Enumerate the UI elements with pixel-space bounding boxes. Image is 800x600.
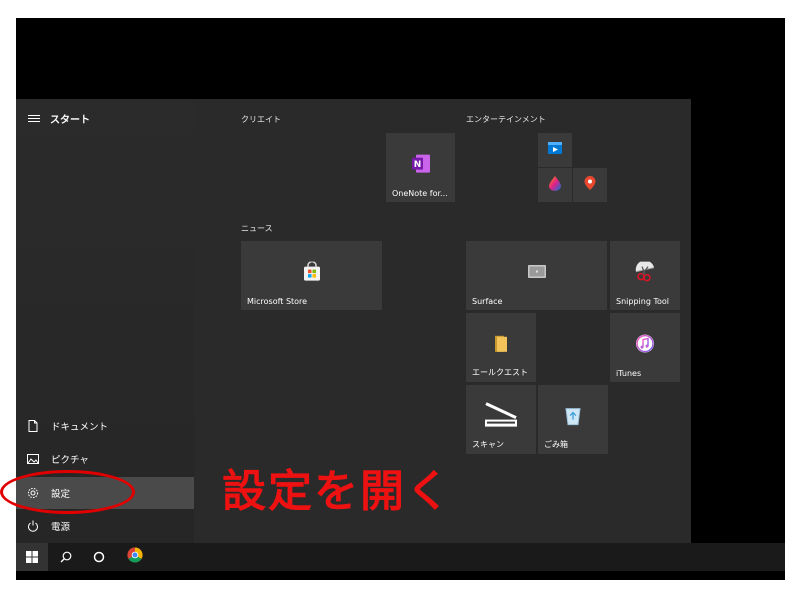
chrome-icon	[127, 547, 143, 567]
tile-label-mail-quest: エールクエスト	[472, 368, 528, 377]
tile-onenote[interactable]: N OneNote for...	[386, 133, 455, 202]
tile-maps[interactable]	[573, 168, 607, 202]
onenote-icon: N	[411, 153, 431, 177]
start-menu-header[interactable]: スタート	[16, 108, 194, 128]
recycle-bin-icon	[564, 405, 582, 429]
tile-label-microsoft-store: Microsoft Store	[247, 297, 308, 306]
tile-surface[interactable]: Surface	[466, 241, 607, 310]
document-icon	[26, 420, 40, 432]
rail-item-power[interactable]: 電源	[16, 510, 194, 542]
chrome-taskbar-button[interactable]	[119, 543, 151, 571]
group-label-create: クリエイト	[241, 115, 281, 124]
tile-microsoft-store[interactable]: Microsoft Store	[241, 241, 382, 310]
scanner-icon	[483, 399, 519, 433]
start-title: スタート	[50, 114, 90, 126]
tile-label-snipping-tool: Snipping Tool	[616, 297, 669, 306]
map-pin-icon	[583, 175, 597, 195]
group-label-entertainment: エンターテインメント	[466, 115, 546, 124]
tile-movies[interactable]	[538, 133, 572, 167]
annotation-highlight-ellipse	[0, 470, 135, 514]
rail-label-power: 電源	[51, 522, 71, 533]
tile-scanner[interactable]: スキャン	[466, 385, 536, 454]
taskbar	[16, 543, 785, 571]
tile-label-recycle-bin: ごみ箱	[544, 440, 568, 449]
search-button[interactable]	[50, 543, 82, 571]
picture-icon	[26, 454, 40, 464]
store-bag-icon	[302, 260, 322, 285]
power-icon	[26, 520, 40, 532]
start-button[interactable]	[16, 543, 48, 571]
annotation-text: 設定を開く	[222, 466, 452, 517]
rail-item-pictures[interactable]: ピクチャ	[16, 443, 194, 475]
hamburger-icon[interactable]	[28, 114, 40, 122]
tile-label-onenote: OneNote for...	[392, 189, 448, 198]
paint-drop-icon	[548, 175, 562, 195]
tile-mail-quest[interactable]: エールクエスト	[466, 313, 536, 382]
rail-label-pictures: ピクチャ	[51, 455, 89, 466]
snipping-tool-icon	[634, 259, 656, 285]
movies-tv-icon	[547, 140, 563, 160]
group-label-news: ニュース	[241, 224, 273, 233]
tile-label-itunes: iTunes	[616, 369, 642, 378]
svg-text:N: N	[413, 160, 421, 170]
rail-item-documents[interactable]: ドキュメント	[16, 410, 194, 442]
tile-recycle-bin[interactable]: ごみ箱	[538, 385, 608, 454]
search-icon	[60, 548, 72, 567]
itunes-icon	[635, 333, 655, 357]
tile-snipping-tool[interactable]: Snipping Tool	[610, 241, 680, 310]
tile-label-scanner: スキャン	[472, 440, 504, 449]
tile-itunes[interactable]: iTunes	[610, 313, 680, 382]
cortana-circle-icon	[93, 548, 105, 567]
rail-label-documents: ドキュメント	[51, 422, 109, 433]
windows-logo-icon	[26, 548, 38, 567]
folder-icon	[494, 334, 508, 356]
tile-paint[interactable]	[538, 168, 572, 202]
cortana-button[interactable]	[83, 543, 115, 571]
tile-label-surface: Surface	[472, 297, 503, 306]
surface-device-icon	[527, 264, 547, 284]
